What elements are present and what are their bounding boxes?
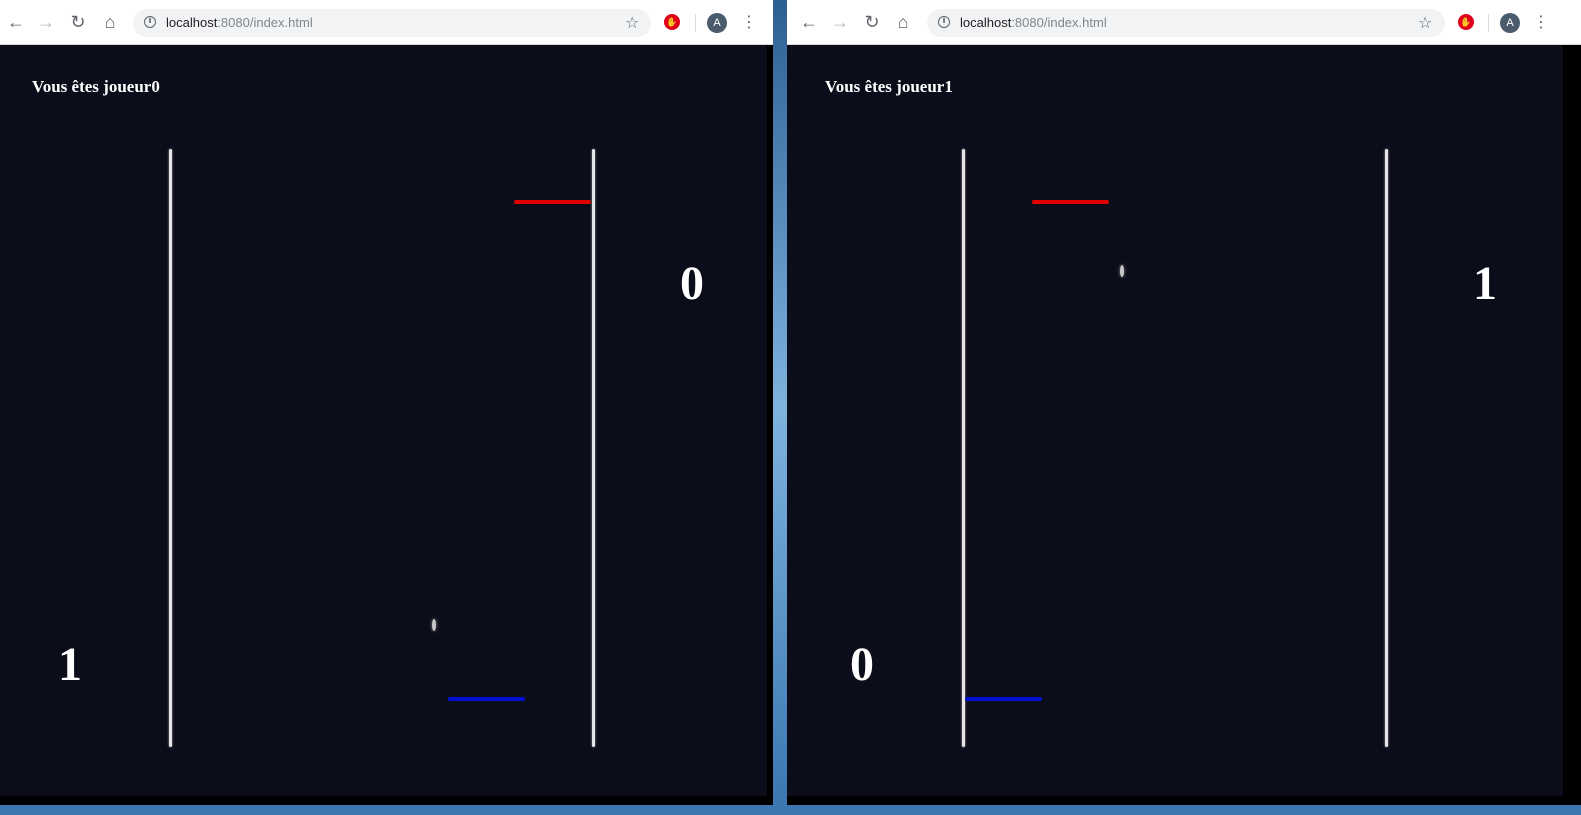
right-wall — [592, 149, 595, 747]
forward-arrow-icon[interactable]: → — [34, 10, 58, 34]
blue-paddle — [965, 697, 1042, 701]
browser-window-player0: ← → ↻ ⌂ i localhost:8080/index.html ☆ ✋ … — [0, 0, 773, 805]
reload-icon[interactable]: ↻ — [860, 10, 884, 34]
red-paddle — [514, 200, 591, 204]
adblock-extension-icon[interactable]: ✋ — [1458, 14, 1474, 30]
score-left: 1 — [58, 638, 82, 691]
profile-avatar[interactable]: A — [707, 13, 727, 33]
reload-icon[interactable]: ↻ — [66, 10, 90, 34]
more-menu-icon[interactable]: ⋮ — [1533, 11, 1549, 33]
home-icon[interactable]: ⌂ — [891, 10, 915, 34]
red-paddle — [1032, 200, 1109, 204]
toolbar-divider — [1488, 14, 1489, 32]
score-right: 0 — [680, 257, 704, 310]
url-text: localhost:8080/index.html — [166, 15, 313, 30]
blue-paddle — [448, 697, 525, 701]
back-arrow-icon[interactable]: ← — [4, 10, 28, 34]
browser-window-player1: ← → ↻ ⌂ i localhost:8080/index.html ☆ ✋ … — [787, 0, 1581, 805]
browser-toolbar: ← → ↻ ⌂ i localhost:8080/index.html ☆ ✋ … — [0, 0, 773, 45]
score-left: 0 — [850, 638, 874, 691]
player-label: Vous êtes joueur1 — [825, 77, 953, 96]
ball — [1120, 265, 1124, 277]
home-icon[interactable]: ⌂ — [98, 10, 122, 34]
address-bar[interactable]: i localhost:8080/index.html ☆ — [927, 9, 1445, 37]
site-info-icon[interactable]: i — [938, 16, 950, 28]
bookmark-star-icon[interactable]: ☆ — [1418, 13, 1432, 32]
forward-arrow-icon[interactable]: → — [828, 10, 852, 34]
toolbar-divider — [695, 14, 696, 32]
bookmark-star-icon[interactable]: ☆ — [625, 13, 639, 32]
more-menu-icon[interactable]: ⋮ — [741, 11, 757, 33]
ball — [432, 619, 436, 631]
left-wall — [962, 149, 965, 747]
profile-avatar[interactable]: A — [1500, 13, 1520, 33]
site-info-icon[interactable]: i — [144, 16, 156, 28]
player-label: Vous êtes joueur0 — [32, 77, 160, 96]
adblock-extension-icon[interactable]: ✋ — [664, 14, 680, 30]
game-viewport: Vous êtes joueur1 1 0 — [787, 45, 1563, 796]
address-bar[interactable]: i localhost:8080/index.html ☆ — [133, 9, 651, 37]
url-text: localhost:8080/index.html — [960, 15, 1107, 30]
game-viewport: Vous êtes joueur0 0 1 — [0, 45, 767, 796]
score-right: 1 — [1473, 257, 1497, 310]
back-arrow-icon[interactable]: ← — [797, 10, 821, 34]
left-wall — [169, 149, 172, 747]
browser-toolbar: ← → ↻ ⌂ i localhost:8080/index.html ☆ ✋ … — [787, 0, 1581, 45]
right-wall — [1385, 149, 1388, 747]
